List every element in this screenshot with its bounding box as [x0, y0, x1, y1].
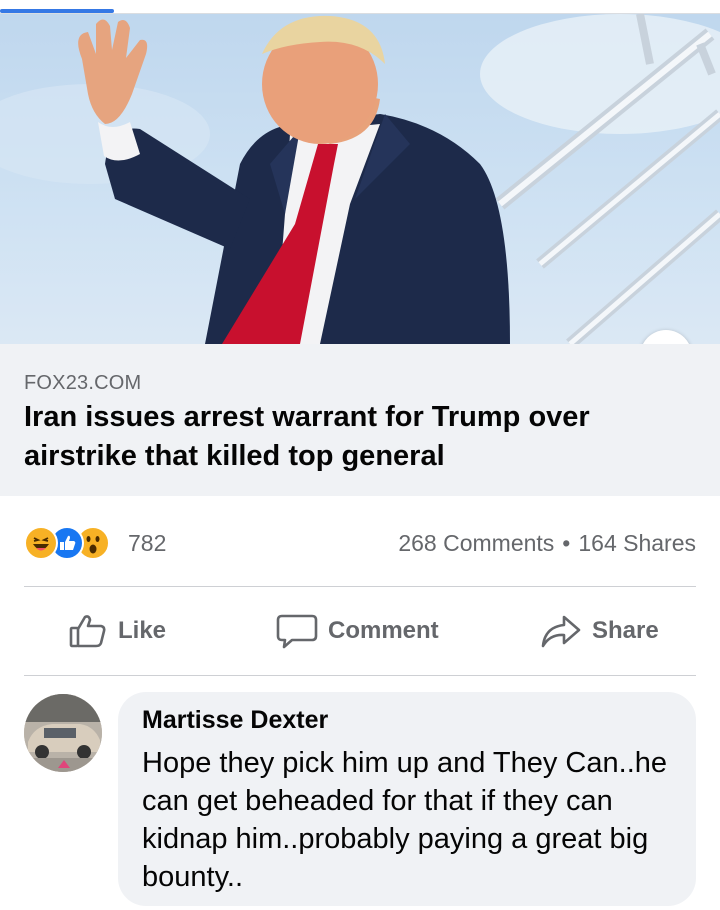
engagement-stats: 782 268 Comments • 164 Shares — [0, 496, 720, 586]
commenter-avatar[interactable] — [24, 694, 102, 772]
link-domain: FOX23.COM — [24, 372, 142, 394]
thumbs-up-icon — [69, 615, 106, 648]
link-preview-image[interactable]: i — [0, 14, 720, 344]
comment-text: Hope they pick him up and They Can..he c… — [142, 747, 668, 893]
speech-bubble-icon — [276, 614, 318, 649]
comment-author[interactable]: Martisse Dexter — [142, 706, 328, 735]
comment-label: Comment — [328, 617, 439, 644]
divider-line — [24, 675, 696, 676]
comments-count[interactable]: 268 Comments — [398, 530, 554, 556]
reaction-count[interactable]: 782 — [128, 530, 166, 557]
top-divider — [0, 0, 720, 14]
share-label: Share — [592, 617, 659, 644]
separator-dot: • — [562, 530, 571, 556]
share-button[interactable]: Share — [540, 613, 659, 649]
like-button[interactable]: Like — [68, 613, 166, 649]
avatar-photo — [24, 694, 102, 772]
post-actions-bar: Like Comment Share — [0, 587, 720, 675]
like-label: Like — [118, 617, 167, 644]
link-preview-info[interactable]: FOX23.COM Iran issues arrest warrant for… — [0, 344, 720, 496]
share-arrow-icon — [541, 615, 581, 648]
link-title[interactable]: Iran issues arrest warrant for Trump ove… — [24, 398, 684, 476]
comment-share-counts: 268 Comments • 164 Shares — [398, 530, 696, 557]
comment-button[interactable]: Comment — [276, 613, 439, 649]
comment-bubble[interactable]: Martisse Dexter Hope they pick him up an… — [118, 692, 696, 906]
shares-count[interactable]: 164 Shares — [578, 530, 696, 556]
haha-reaction-icon — [24, 526, 58, 560]
photo-illustration — [0, 14, 720, 344]
